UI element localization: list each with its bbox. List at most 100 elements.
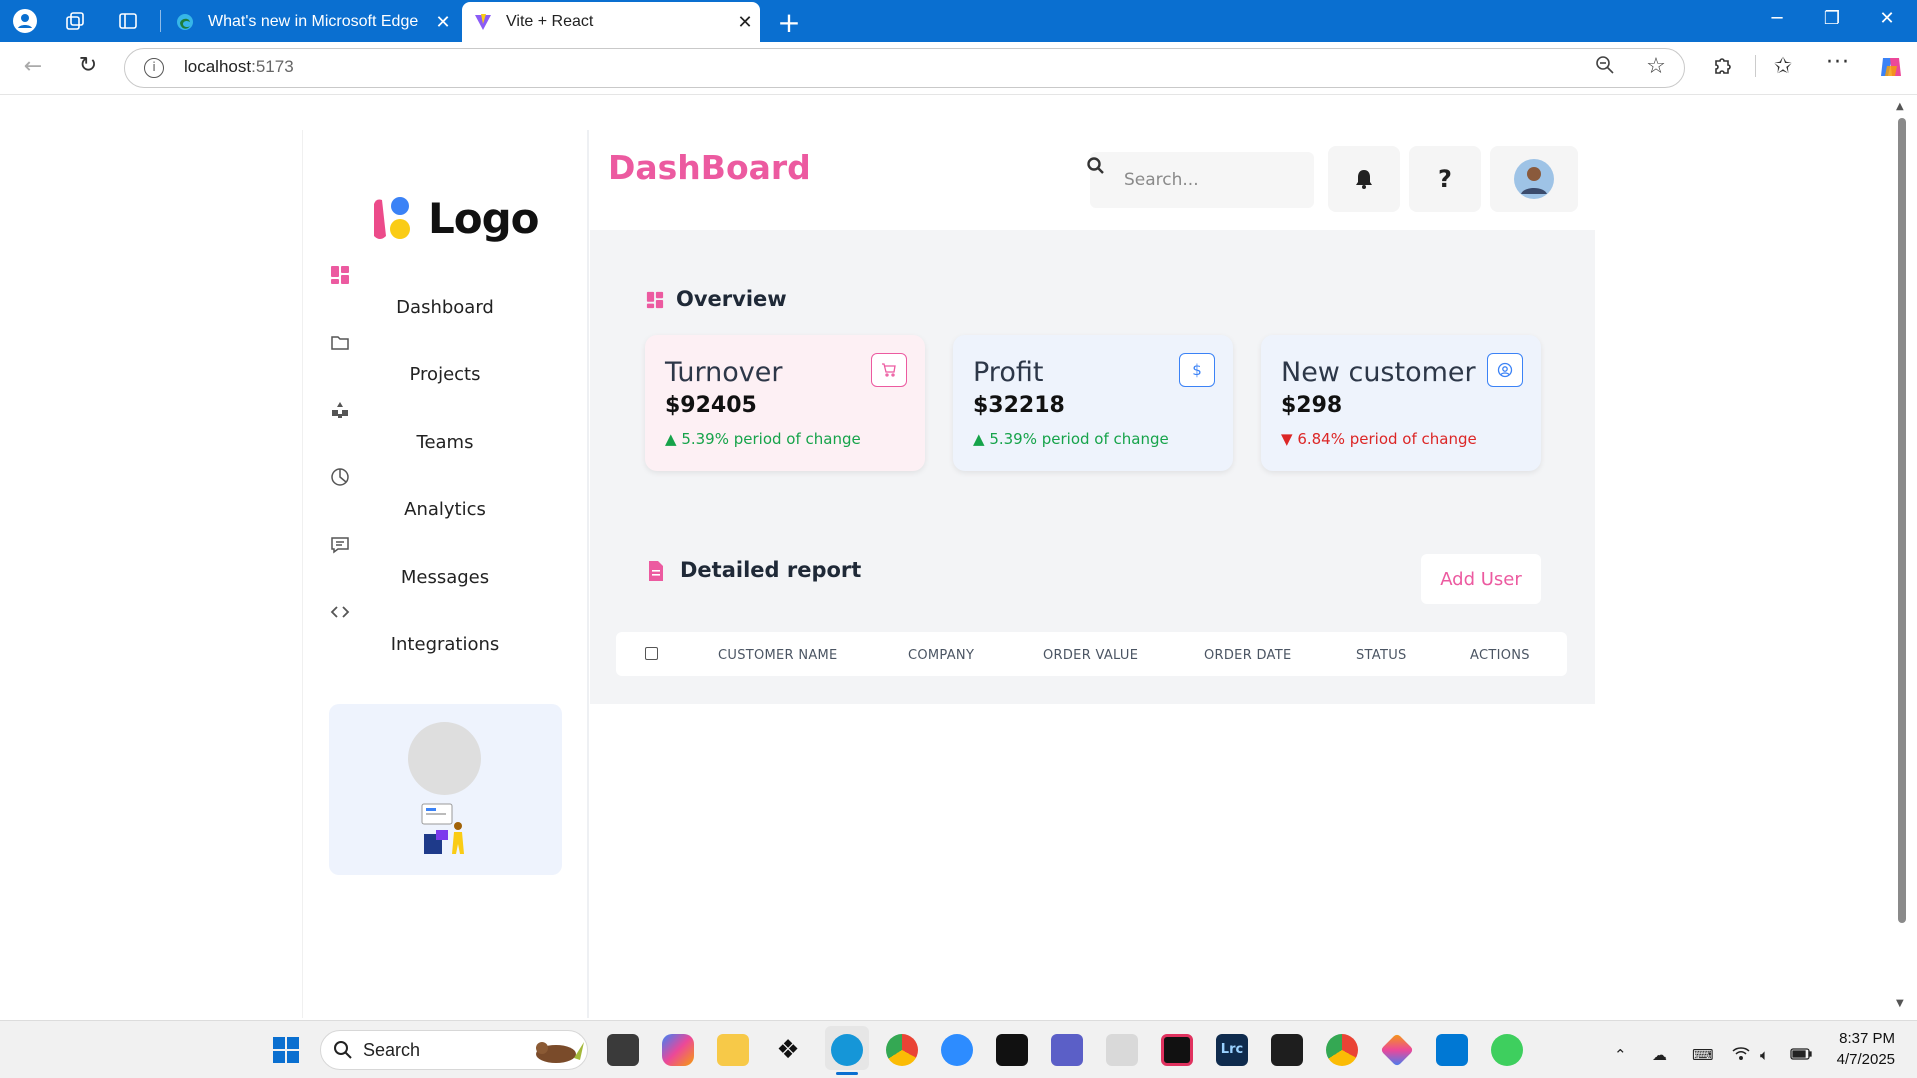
card-value: $92405 [665,393,757,418]
scroll-up-icon[interactable]: ▲ [1896,101,1904,112]
favorite-star-icon[interactable]: ☆ [1641,54,1671,79]
site-info-icon[interactable]: i [144,58,164,78]
column-status[interactable]: STATUS [1356,648,1407,663]
overview-title: Overview [676,287,787,311]
avatar [1514,159,1554,199]
taskbar-search-icon [333,1040,353,1060]
user-circle-icon[interactable] [1487,353,1523,387]
stat-card-new-customer: New customer $298 ▼ 6.84% period of chan… [1261,335,1541,471]
app-green-icon[interactable] [1491,1034,1523,1066]
profile-icon[interactable] [12,8,38,34]
cart-icon[interactable] [871,353,907,387]
sidebar-item-analytics[interactable]: Analytics [340,499,550,520]
card-change: ▲ 5.39% period of change [973,430,1169,448]
sidebar-item-projects[interactable]: Projects [340,364,550,385]
card-value: $298 [1281,393,1343,418]
url-text[interactable]: localhost:5173 [184,57,294,77]
arrow-up-icon: ▲ [665,430,682,448]
help-button[interactable]: ? [1409,146,1481,212]
vscode-icon[interactable] [1436,1034,1468,1066]
profile-button[interactable] [1490,146,1578,212]
column-order-value[interactable]: ORDER VALUE [1043,648,1138,663]
address-bar[interactable] [124,48,1685,88]
tab-vite-react[interactable]: Vite + React ✕ [462,2,760,42]
jetbrains-icon[interactable] [1161,1034,1193,1066]
card-title: Profit [973,357,1044,388]
terminal-icon[interactable] [1271,1034,1303,1066]
copilot-taskbar-icon[interactable] [662,1034,694,1066]
arrow-down-icon: ▼ [1281,430,1298,448]
start-button[interactable] [272,1036,300,1064]
sidebar-item-teams[interactable]: Teams [340,432,550,453]
back-icon[interactable]: ← [18,54,48,79]
close-window-icon[interactable]: ✕ [1867,8,1907,34]
clock-time[interactable]: 8:37 PM [1820,1030,1895,1047]
volume-icon[interactable]: 🔈︎ [1760,1046,1769,1064]
taskbar-search-label: Search [363,1040,421,1060]
column-company[interactable]: COMPANY [908,648,974,663]
card-change: ▼ 6.84% period of change [1281,430,1477,448]
minimize-icon[interactable]: ─ [1757,8,1797,34]
tab-divider [160,10,161,32]
zoom-icon[interactable] [941,1034,973,1066]
teams-taskbar-icon[interactable] [1051,1034,1083,1066]
code-icon[interactable] [330,602,350,622]
page-title: DashBoard [608,148,811,187]
tab-close-icon[interactable]: ✕ [428,12,458,33]
folder-icon[interactable] [330,332,350,352]
tab-close-icon[interactable]: ✕ [730,12,760,33]
task-view-icon[interactable] [607,1034,639,1066]
clock-date[interactable]: 4/7/2025 [1820,1051,1895,1068]
wifi-icon[interactable] [1732,1046,1750,1064]
extensions-icon[interactable] [1708,55,1738,83]
dropbox-icon[interactable]: ❖ [772,1034,804,1066]
sidebar-item-messages[interactable]: Messages [340,567,550,588]
onedrive-icon[interactable]: ☁ [1652,1046,1667,1064]
refresh-icon[interactable]: ↻ [73,53,103,78]
vertical-tabs-icon[interactable] [115,8,141,34]
lightroom-icon[interactable]: Lrc [1216,1034,1248,1066]
scrollbar-thumb[interactable] [1898,118,1906,923]
keyboard-icon[interactable]: ⌨ [1692,1046,1714,1064]
search-highlight-icon [530,1034,586,1066]
select-all-checkbox[interactable] [645,647,658,660]
edge-taskbar-icon[interactable] [831,1034,863,1066]
arrow-up-icon: ▲ [973,430,990,448]
copilot-icon[interactable] [1878,54,1904,80]
new-tab-button[interactable]: + [774,6,804,39]
add-user-button[interactable]: Add User [1421,554,1541,604]
stat-card-profit: Profit $32218 ▲ 5.39% period of change $ [953,335,1233,471]
grid-icon[interactable] [330,265,350,285]
sidebar-item-integrations[interactable]: Integrations [340,634,550,655]
capcut-icon[interactable] [996,1034,1028,1066]
dollar-icon[interactable]: $ [1179,353,1215,387]
card-title: Turnover [665,357,783,388]
tab-edge-whats-new[interactable]: What's new in Microsoft Edge ✕ [164,2,458,42]
teams-icon[interactable] [330,400,350,420]
show-hidden-icons-icon[interactable]: ⌃ [1614,1046,1627,1064]
message-icon[interactable] [330,535,350,555]
workspaces-icon[interactable] [62,8,88,34]
bell-icon [1356,170,1372,189]
favorites-icon[interactable]: ✩ [1768,54,1798,79]
chrome-profile-icon[interactable] [1326,1034,1358,1066]
file-explorer-icon[interactable] [717,1034,749,1066]
zoom-out-icon[interactable] [1590,55,1620,80]
sidebar-item-dashboard[interactable]: Dashboard [340,297,550,318]
active-app-indicator [836,1072,858,1075]
stat-card-turnover: Turnover $92405 ▲ 5.39% period of change [645,335,925,471]
search-input[interactable] [1090,152,1314,208]
app-taskbar-icon[interactable] [1106,1034,1138,1066]
restore-icon[interactable]: ❐ [1812,8,1852,34]
more-menu-icon[interactable]: ··· [1823,50,1853,75]
battery-icon[interactable] [1790,1046,1812,1064]
pie-chart-icon[interactable] [330,467,350,487]
scroll-down-icon[interactable]: ▼ [1896,998,1904,1009]
column-actions[interactable]: ACTIONS [1470,648,1530,663]
search-icon [1086,156,1106,176]
vite-favicon-icon [475,14,491,30]
column-order-date[interactable]: ORDER DATE [1204,648,1291,663]
notifications-button[interactable] [1328,146,1400,212]
column-customer-name[interactable]: CUSTOMER NAME [718,648,838,663]
chrome-icon[interactable] [886,1034,918,1066]
